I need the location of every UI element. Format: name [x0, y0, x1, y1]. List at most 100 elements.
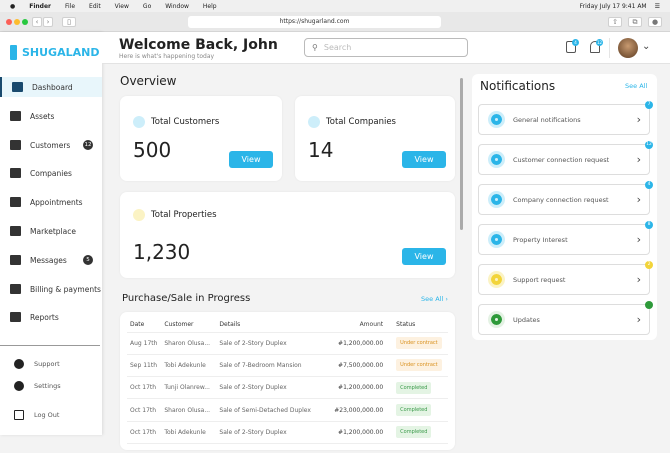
- table-row[interactable]: Oct 17th Tobi Adekunle Sale of 2-Story Dup…: [127, 421, 448, 444]
- sidebar-item-marketplace[interactable]: Marketplace: [0, 221, 102, 241]
- support-icon: [488, 271, 505, 288]
- close-window-button[interactable]: [6, 19, 12, 25]
- sidebar-item-appointments[interactable]: Appointments: [0, 192, 102, 212]
- chevron-right-icon: ›: [636, 153, 641, 166]
- maximize-window-button[interactable]: [22, 19, 28, 25]
- apple-icon[interactable]: ●: [10, 3, 15, 10]
- chevron-right-icon: ›: [445, 295, 448, 303]
- customer-cell: Tobi Adekunle: [161, 354, 217, 378]
- card-value: 1,230: [133, 240, 191, 264]
- notification-badge: 8: [645, 221, 653, 229]
- sidebar-item-customers[interactable]: Customers 12: [0, 135, 102, 155]
- overview-title: Overview: [120, 74, 177, 88]
- view-properties-button[interactable]: View: [402, 248, 446, 265]
- dashboard-icon: [12, 82, 23, 92]
- bell-icon[interactable]: 12: [590, 39, 603, 53]
- building-icon: [308, 116, 320, 128]
- calendar-icon: [10, 197, 21, 207]
- table-row[interactable]: Aug 17th Sharon Olusa... Sale of 2-Story D…: [127, 332, 448, 355]
- customer-cell: Sharon Olusa...: [161, 332, 217, 355]
- notification-badge: 7: [645, 101, 653, 109]
- divider: [0, 345, 100, 346]
- logout-link[interactable]: Log Out: [14, 410, 59, 420]
- notifications-panel: Notifications See All General notificati…: [472, 74, 657, 340]
- view-customers-button[interactable]: View: [229, 151, 273, 168]
- gear-icon: [14, 381, 24, 391]
- message-icon: [10, 255, 21, 265]
- card-label: Total Properties: [151, 210, 217, 220]
- notification-item[interactable]: General notifications › 7: [478, 101, 653, 135]
- notification-label: Property Interest: [513, 235, 568, 244]
- scrollbar[interactable]: [460, 78, 463, 230]
- notification-item[interactable]: Updates ›: [478, 301, 653, 335]
- status-cell: Completed: [393, 398, 448, 422]
- clock: Friday July 17 9:41 AM: [579, 2, 647, 10]
- nav-label: Marketplace: [30, 226, 76, 236]
- menu-help[interactable]: Help: [203, 3, 217, 10]
- menu-file[interactable]: File: [65, 3, 75, 10]
- forward-button[interactable]: ›: [43, 17, 53, 27]
- browser-toolbar: ‹ › ▯ https://shugarland.com ⇧ ⧉ ●: [0, 12, 670, 32]
- menu-view[interactable]: View: [115, 3, 129, 10]
- notification-item[interactable]: Support request › 2: [478, 261, 653, 295]
- settings-label: Settings: [34, 382, 61, 390]
- avatar[interactable]: [618, 38, 638, 58]
- sidebar-item-companies[interactable]: Companies: [0, 163, 102, 183]
- amount-cell: #1,200,000.00: [323, 421, 394, 444]
- search-input[interactable]: ⚲ Search: [304, 38, 468, 57]
- bookmark-icon[interactable]: 4: [566, 39, 579, 53]
- menu-go[interactable]: Go: [143, 3, 151, 10]
- share-icon[interactable]: ⇧: [608, 17, 622, 27]
- downloads-icon[interactable]: ●: [648, 17, 662, 27]
- logo[interactable]: SHUGALAND: [10, 45, 99, 60]
- notification-item[interactable]: Property Interest › 8: [478, 221, 653, 255]
- menu-finder[interactable]: Finder: [29, 3, 51, 10]
- settings-link[interactable]: Settings: [14, 381, 61, 391]
- refresh-icon: [488, 311, 505, 328]
- notifications-see-all-link[interactable]: See All: [625, 82, 647, 90]
- sidebar-item-reports[interactable]: Reports: [0, 307, 102, 327]
- date-cell: Oct 17th: [127, 421, 162, 444]
- notification-label: Updates: [513, 315, 540, 324]
- list-icon[interactable]: ☰: [655, 3, 660, 10]
- notification-label: Company connection request: [513, 195, 609, 204]
- table-row[interactable]: Oct 17th Sharon Olusa... Sale of Semi-Deta…: [127, 398, 448, 422]
- col-customer: Customer: [161, 318, 217, 333]
- nav-label: Messages: [30, 255, 67, 265]
- url-bar[interactable]: https://shugarland.com: [188, 16, 441, 28]
- nav-label: Billing & payments: [30, 284, 101, 294]
- date-cell: Oct 17th: [127, 398, 162, 422]
- reports-icon: [10, 312, 21, 322]
- status-cell: Under contract: [393, 332, 448, 355]
- total-companies-card: Total Companies 14 View: [295, 96, 455, 181]
- card-value: 14: [308, 138, 334, 162]
- bell-icon: [488, 111, 505, 128]
- amount-cell: #1,200,000.00: [323, 332, 394, 355]
- sidebar-item-messages[interactable]: Messages 5: [0, 250, 102, 270]
- details-cell: Sale of 2-Story Duplex: [216, 376, 324, 400]
- chevron-down-icon[interactable]: ⌄: [642, 41, 650, 52]
- notification-item[interactable]: Company connection request › 4: [478, 181, 653, 215]
- tabs-icon[interactable]: ⧉: [628, 17, 642, 27]
- back-button[interactable]: ‹: [32, 17, 42, 27]
- header: Welcome Back, John Here is what's happen…: [102, 32, 670, 64]
- view-companies-button[interactable]: View: [402, 151, 446, 168]
- sidebar-toggle-icon[interactable]: ▯: [62, 17, 76, 27]
- menu-edit[interactable]: Edit: [89, 3, 101, 10]
- table-row[interactable]: Sep 11th Tobi Adekunle Sale of 7-Bedroom M…: [127, 354, 448, 378]
- purchases-title: Purchase/Sale in Progress: [122, 293, 251, 304]
- support-link[interactable]: Support: [14, 359, 60, 369]
- customers-icon: [10, 140, 21, 150]
- purchases-see-all-link[interactable]: See All ›: [421, 295, 448, 303]
- sidebar-item-assets[interactable]: Assets: [0, 106, 102, 126]
- sidebar-item-dashboard[interactable]: Dashboard: [0, 77, 102, 97]
- sidebar-item-billing[interactable]: Billing & payments: [0, 279, 102, 299]
- status-badge: Under contract: [396, 337, 442, 350]
- divider: [609, 38, 610, 58]
- minimize-window-button[interactable]: [14, 19, 20, 25]
- notifications-title: Notifications: [480, 79, 556, 93]
- table-row[interactable]: Oct 17th Tunji Olanrew... Sale of 2-Story …: [127, 376, 448, 400]
- total-customers-card: Total Customers 500 View: [120, 96, 282, 181]
- notification-item[interactable]: Customer connection request › 12: [478, 141, 653, 175]
- menu-window[interactable]: Window: [165, 3, 189, 10]
